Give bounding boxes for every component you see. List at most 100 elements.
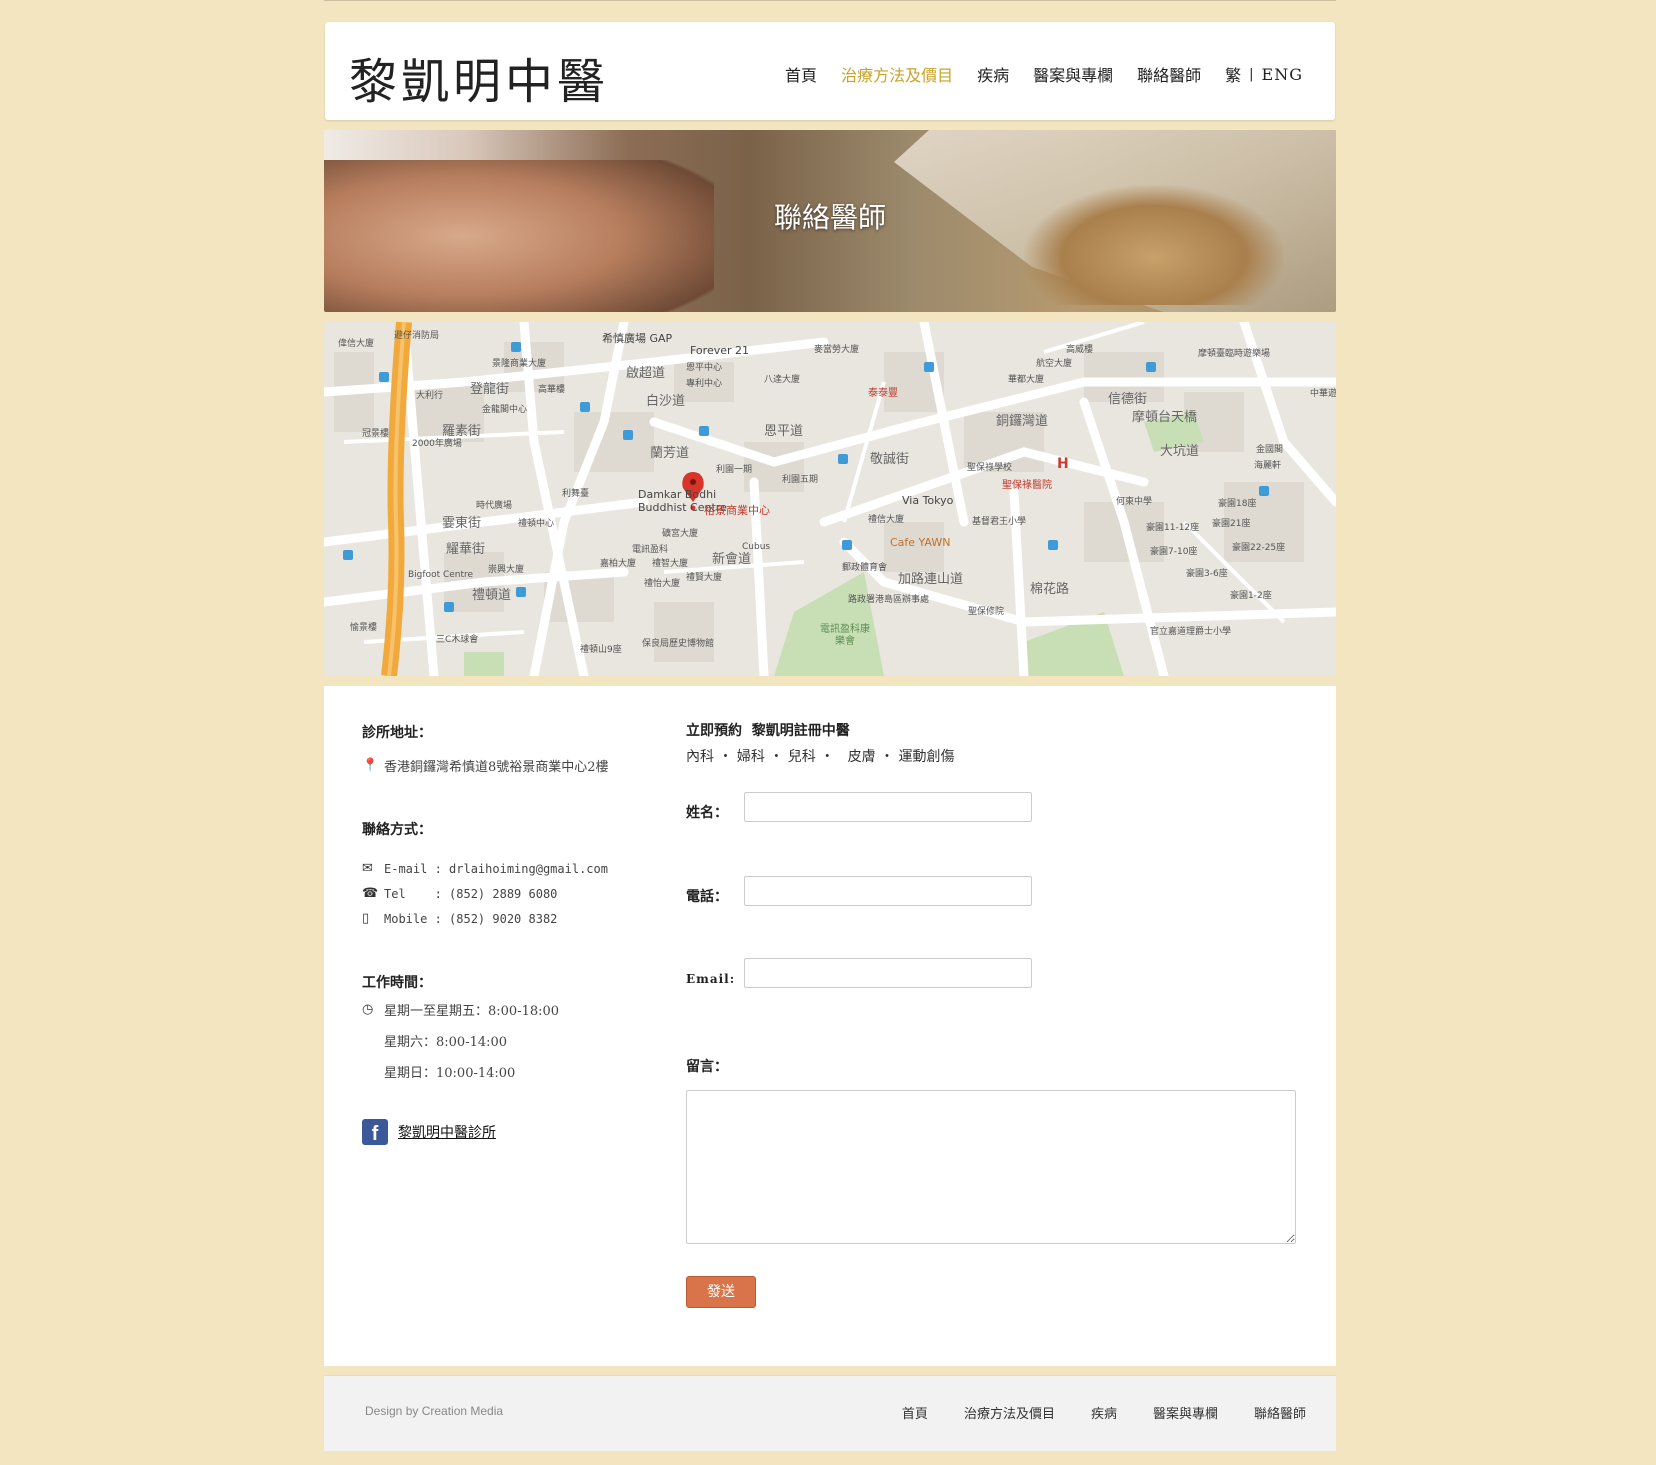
footer-nav-contact-doctor[interactable]: 聯絡醫師 [1254,1403,1306,1422]
map-place: 豪園3-6座 [1186,569,1228,579]
map-place: 聖保祿學校 [967,463,1013,473]
map-place: 禮怡大廈 [644,579,681,589]
map-place: 加路連山道 [898,572,964,587]
phone-icon: ☎ [362,886,379,901]
map-place: 景隆商業大廈 [492,359,547,369]
map-place: 官立嘉道理爵士小學 [1150,627,1232,637]
facebook-icon[interactable]: f [362,1119,388,1145]
map-place: 大坑道 [1160,444,1200,459]
facebook-link-row: f 黎凱明中醫診所 [362,1119,662,1145]
map-place: 禮信大廈 [868,515,905,525]
map-place: 愉景樓 [350,623,378,633]
map-street: 耀華街 [446,542,486,557]
map-place: 豪園1-2座 [1230,591,1272,601]
main-nav: 首頁 治療方法及價目 疾病 醫案與專欄 聯絡醫師 繁 | ENG [761,62,1303,86]
map-place: 時代廣場 [476,501,513,511]
address-title: 診所地址： [362,725,432,741]
map-place: 聖保修院 [968,607,1005,617]
map-place: 禮頓中心 [518,519,555,529]
nav-contact-doctor[interactable]: 聯絡醫師 [1137,62,1201,86]
name-input[interactable] [744,792,1032,822]
site-logo[interactable]: 黎凱明中醫 [349,42,609,112]
map-pin-icon: 📍 [362,758,379,773]
map-place: 恩平道 [764,424,804,439]
phone-label: 電話： [686,889,728,905]
footer-nav-diseases[interactable]: 疾病 [1091,1403,1117,1422]
map-place: 摩頓臺臨時遊樂場 [1198,349,1271,359]
map-place: 基督君王小學 [972,517,1027,527]
map-street: 禮頓道 [472,588,512,603]
map-place: 電訊盈科康樂會 [820,624,870,647]
footer-nav-home[interactable]: 首頁 [902,1403,928,1422]
map-place: 嘉柏大廈 [600,559,637,569]
map-place: 金國閣 [1256,445,1284,455]
email-text[interactable]: E-mail : drlaihoiming@gmail.com [384,862,608,876]
footer-nav: 首頁 治療方法及價目 疾病 醫案與專欄 聯絡醫師 [866,1403,1306,1422]
map-place: 高威樓 [1066,345,1094,355]
contact-methods-title: 聯絡方式： [362,822,432,838]
map-place: 避仔消防局 [394,331,440,341]
contact-section: 診所地址： 📍 香港銅鑼灣希慎道8號裕景商業中心2樓 聯絡方式： ✉ E-mai… [324,686,1336,1366]
map-place: 聖保祿醫院 [1002,480,1052,491]
map-place: 利舞臺 [562,489,590,499]
map-place: 華都大廈 [1008,375,1045,385]
site-footer: Design by Creation Media 首頁 治療方法及價目 疾病 醫… [324,1375,1336,1451]
footer-nav-cases-columns[interactable]: 醫案與專欄 [1153,1403,1218,1422]
hours-row: 星期六：8:00-14:00 [362,1031,662,1050]
hours-sunday: 星期日：10:00-14:00 [384,1066,516,1081]
hospital-icon: H [1057,456,1069,472]
design-credit[interactable]: Design by Creation Media [365,1404,503,1418]
map-street: 銅鑼灣道 [996,414,1049,429]
mobile-phone-icon: ▯ [362,911,370,926]
mobile-text[interactable]: Mobile : (852) 9020 8382 [384,912,557,926]
address-row: 📍 香港銅鑼灣希慎道8號裕景商業中心2樓 [362,756,662,775]
map-place: 郵政體育會 [842,563,888,573]
map-street: 登龍街 [470,382,510,397]
map-place: Cubus [742,542,771,552]
map-place: 泰泰豐 [868,388,898,399]
nav-cases-columns[interactable]: 醫案與專欄 [1033,62,1113,86]
nav-home[interactable]: 首頁 [785,62,817,86]
map-place: 偉信大廈 [338,339,375,349]
map-place: 豪園21座 [1212,519,1251,529]
banner-title: 聯絡醫師 [773,201,886,234]
map-place: 海麗軒 [1254,461,1282,471]
map-place: 專利中心 [686,379,723,389]
map-place: 路政署港島區辦事處 [848,595,930,605]
map-place: 冠景樓 [362,429,390,439]
map-place: 航空大廈 [1036,359,1073,369]
send-button[interactable]: 發送 [686,1276,756,1308]
hours-saturday: 星期六：8:00-14:00 [384,1035,508,1050]
footer-nav-treatments-prices[interactable]: 治療方法及價目 [964,1403,1055,1422]
map-place: 何東中學 [1116,497,1153,507]
map-place: 禮頓山9座 [580,645,622,655]
language-switcher: 繁 | ENG [1225,62,1303,86]
map-place: 金龍閣中心 [482,405,528,415]
email-label: Email: [686,972,736,986]
map-place: 電訊盈科 [632,545,669,555]
map-marker-label[interactable]: 裕景商業中心 [704,502,770,518]
specialties-list: 內科 ・ 婦科 ・ 兒科 ・ 皮膚 ・ 運動創傷 [686,749,955,765]
email-row: ✉ E-mail : drlaihoiming@gmail.com [362,861,662,876]
map-place: Forever 21 [690,344,750,357]
phone-input[interactable] [744,876,1032,906]
map-place: 豪園7-10座 [1150,547,1198,557]
lang-traditional-chinese[interactable]: 繁 [1225,62,1241,86]
lang-english[interactable]: ENG [1262,65,1303,84]
map-place: 八達大廈 [764,375,801,385]
map-place: 希慎廣場 GAP [602,332,673,345]
map-place: 豪園22-25座 [1232,543,1286,553]
location-map[interactable]: 偉信大廈 避仔消防局 希慎廣場 GAP Forever 21 麥當勞大廈 摩頓臺… [324,322,1336,676]
tel-text[interactable]: Tel : (852) 2889 6080 [384,887,557,901]
facebook-page-link[interactable]: 黎凱明中醫診所 [398,1122,496,1142]
map-place: 礦宮大廈 [662,529,699,539]
lang-separator: | [1249,66,1254,82]
map-place: 中華遊 [1310,389,1336,399]
email-input[interactable] [744,958,1032,988]
map-street: 摩頓台天橋 [1132,410,1198,425]
nav-diseases[interactable]: 疾病 [977,62,1009,86]
nav-treatments-prices[interactable]: 治療方法及價目 [841,62,953,86]
map-place: 豪園11-12座 [1146,523,1200,533]
message-textarea[interactable] [686,1090,1296,1244]
map-street: 羅素街 [442,424,482,439]
